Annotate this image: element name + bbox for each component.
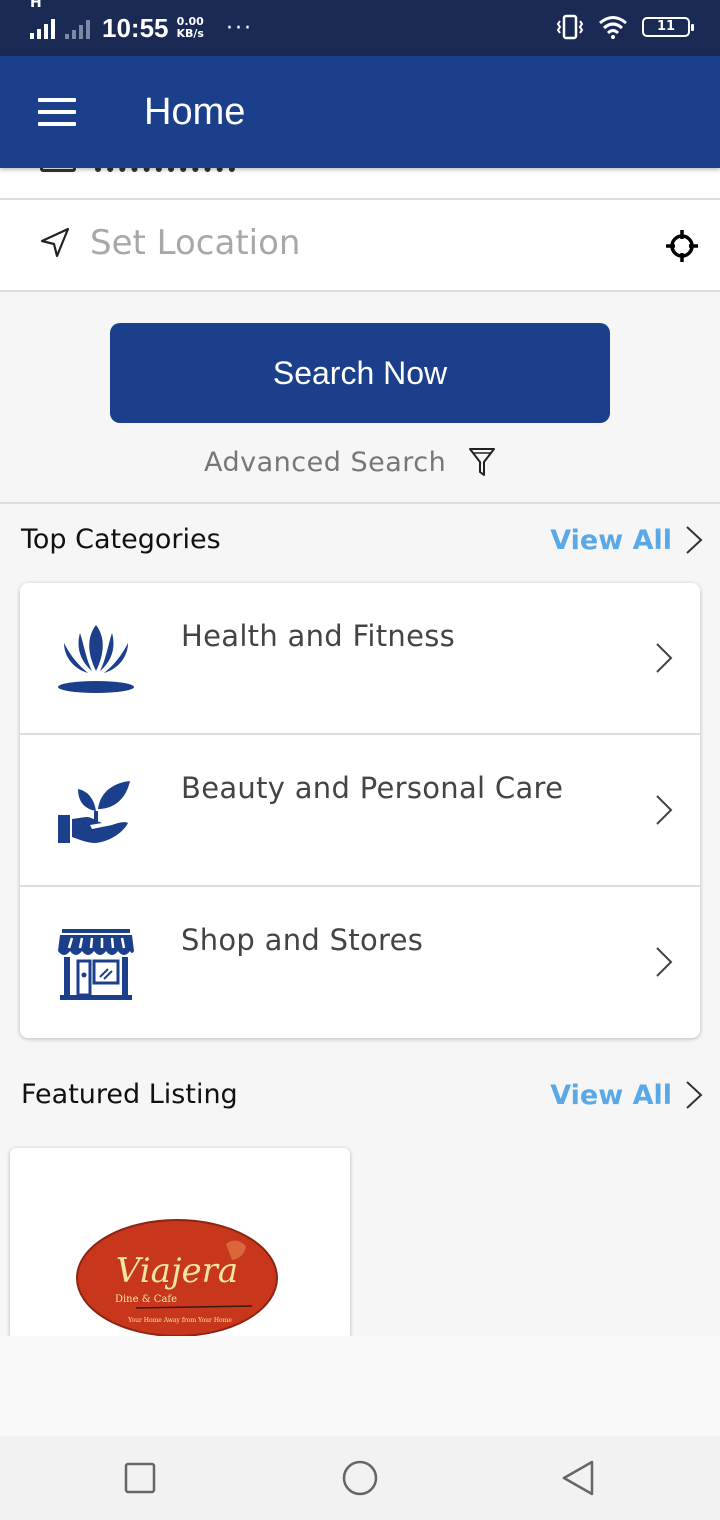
top-categories-view-all[interactable]: View All bbox=[550, 524, 704, 556]
page-title: Home bbox=[144, 90, 246, 133]
back-icon[interactable] bbox=[558, 1458, 598, 1498]
location-input[interactable] bbox=[90, 218, 610, 268]
divider bbox=[0, 502, 720, 504]
featured-listing-view-all[interactable]: View All bbox=[550, 1079, 704, 1111]
filter-icon bbox=[469, 448, 496, 476]
wifi-icon bbox=[599, 16, 627, 39]
category-item-beauty-personal-care[interactable]: Beauty and Personal Care bbox=[20, 735, 700, 887]
search-now-button[interactable]: Search Now bbox=[110, 323, 610, 423]
top-categories-title: Top Categories bbox=[21, 524, 221, 555]
category-icon bbox=[40, 168, 76, 172]
speed-unit: KB/s bbox=[176, 27, 204, 40]
logo-tagline: Your Home Away from Your Home bbox=[127, 1317, 232, 1324]
network-type: H bbox=[30, 0, 42, 11]
more-notifications-icon: ··· bbox=[225, 15, 253, 41]
category-label: Shop and Stores bbox=[181, 923, 424, 957]
crosshair-icon[interactable] bbox=[664, 228, 700, 264]
featured-listing-title: Featured Listing bbox=[21, 1079, 238, 1110]
signal-icon: H bbox=[30, 0, 94, 39]
categories-list: Health and Fitness Beauty and Personal C… bbox=[20, 583, 700, 1038]
system-navigation-bar bbox=[0, 1436, 720, 1520]
view-all-label: View All bbox=[550, 524, 672, 556]
vibrate-icon bbox=[556, 14, 584, 40]
category-label: Beauty and Personal Care bbox=[181, 771, 564, 805]
content-spacer bbox=[0, 1336, 720, 1436]
featured-listing-card[interactable]: Viajera Dine & Cafe Your Home Away from … bbox=[10, 1148, 350, 1336]
category-item-shop-stores[interactable]: Shop and Stores bbox=[20, 887, 700, 1038]
view-all-label: View All bbox=[550, 1079, 672, 1111]
storefront-icon bbox=[58, 929, 134, 1000]
logo-name: Viajera bbox=[116, 1251, 238, 1291]
category-item-health-fitness[interactable]: Health and Fitness bbox=[20, 583, 700, 735]
hand-plant-icon bbox=[58, 781, 130, 843]
viajera-logo: Viajera Dine & Cafe Your Home Away from … bbox=[76, 1219, 278, 1336]
menu-icon[interactable] bbox=[38, 98, 76, 126]
clock: 10:55 bbox=[102, 12, 169, 43]
chevron-right-icon bbox=[686, 526, 703, 554]
battery-icon: 11 bbox=[642, 17, 694, 37]
advanced-search-link[interactable]: Advanced Search bbox=[204, 440, 496, 484]
category-select-row[interactable] bbox=[0, 168, 720, 200]
chevron-right-icon bbox=[656, 643, 673, 673]
lotus-icon bbox=[58, 625, 134, 693]
navigation-arrow-icon bbox=[40, 227, 70, 258]
chevron-right-icon bbox=[656, 795, 673, 825]
status-bar: H 10:55 0.00 KB/s ··· 11 bbox=[0, 0, 720, 56]
logo-subtext: Dine & Cafe bbox=[115, 1294, 177, 1305]
category-label: Health and Fitness bbox=[181, 619, 456, 653]
chevron-right-icon bbox=[686, 1081, 703, 1109]
app-bar: Home bbox=[0, 56, 720, 168]
home-icon[interactable] bbox=[340, 1458, 380, 1498]
network-speed: 0.00 KB/s bbox=[177, 16, 204, 40]
location-row bbox=[0, 200, 720, 292]
category-select-label bbox=[95, 168, 235, 172]
advanced-search-label: Advanced Search bbox=[204, 446, 447, 478]
recent-apps-icon[interactable] bbox=[120, 1458, 160, 1498]
chevron-right-icon bbox=[656, 947, 673, 977]
